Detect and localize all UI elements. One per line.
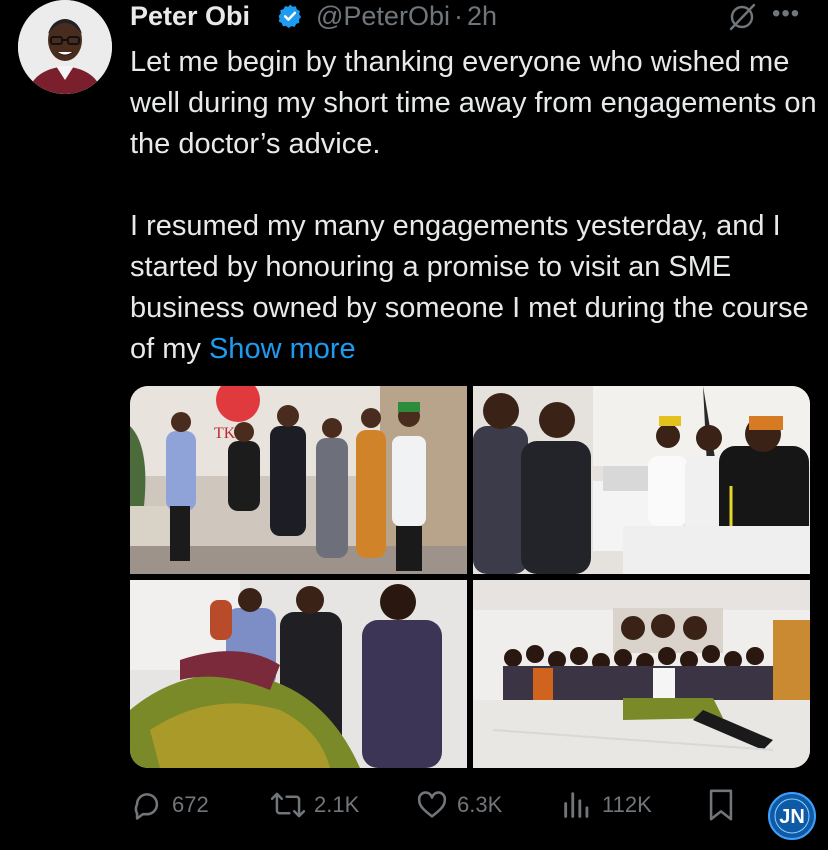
reply-count: 672: [172, 792, 209, 817]
like-count: 6.3K: [457, 792, 503, 817]
tweet-paragraph-2: I resumed my many engagements yesterday,…: [130, 210, 809, 365]
bookmark-button[interactable]: [706, 783, 744, 827]
repost-count: 2.1K: [314, 792, 360, 817]
show-more-link[interactable]: Show more: [209, 333, 356, 365]
reply-button[interactable]: 672: [130, 783, 209, 827]
media-grid: TKG: [130, 386, 810, 768]
watermark-logo-icon: JN: [768, 792, 816, 840]
photo-4[interactable]: [473, 580, 810, 768]
tweet-header: Peter Obi @PeterObi · 2h •••: [130, 0, 810, 34]
tweet-paragraph-1: Let me begin by thanking everyone who wi…: [130, 46, 817, 160]
repost-icon: [270, 792, 306, 818]
action-bar: 672 2.1K 6.3K 112K: [130, 783, 820, 827]
photo-1[interactable]: TKG: [130, 386, 467, 574]
more-options-icon[interactable]: •••: [772, 0, 800, 28]
photo-2[interactable]: [473, 386, 810, 574]
verified-badge-icon: [278, 4, 302, 29]
heart-icon: [417, 791, 447, 818]
like-button[interactable]: 6.3K: [415, 783, 502, 827]
author-name[interactable]: Peter Obi: [130, 0, 250, 32]
author-handle[interactable]: @PeterObi · 2h: [316, 0, 497, 32]
repost-button[interactable]: 2.1K: [270, 783, 359, 827]
grok-icon[interactable]: [727, 2, 757, 32]
svg-text:JN: JN: [779, 806, 805, 828]
reply-icon: [134, 793, 159, 820]
photo-3[interactable]: [130, 580, 467, 768]
views-count: 112K: [602, 792, 652, 817]
profile-photo-icon: [18, 0, 112, 94]
views-chart-icon: [564, 792, 589, 818]
bookmark-icon: [709, 789, 733, 821]
tweet-text: Let me begin by thanking everyone who wi…: [130, 42, 820, 370]
avatar[interactable]: [18, 0, 112, 94]
views-button[interactable]: 112K: [560, 783, 652, 827]
